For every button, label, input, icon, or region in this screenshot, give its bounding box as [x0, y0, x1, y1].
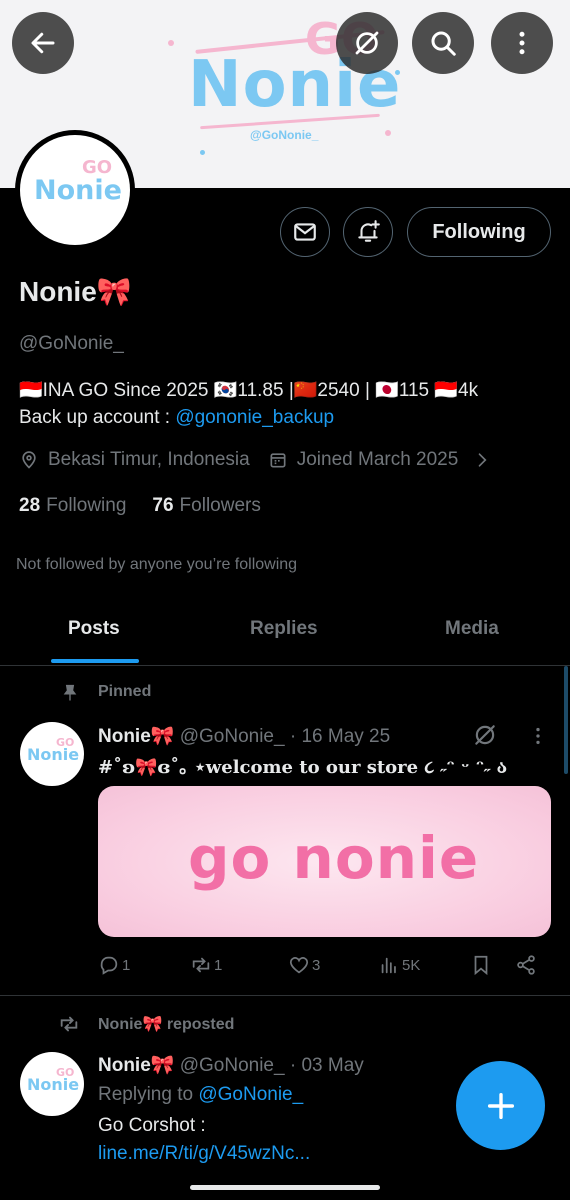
reply-button[interactable]: 1	[98, 954, 130, 976]
plus-icon	[487, 1092, 514, 1119]
share-icon	[517, 955, 535, 975]
post-media-image[interactable]: go nonie	[98, 786, 551, 937]
post-text: #˚ʚ🎀ɞ˚｡ ⋆welcome to our store ૮ ˶ᵔ ᵕ ᵔ˶ …	[98, 757, 508, 778]
profile-avatar[interactable]: GO Nonie	[15, 130, 135, 250]
grok-button[interactable]	[336, 12, 398, 74]
post-avatar[interactable]: GO Nonie	[20, 1052, 84, 1116]
post-author-handle: @GoNonie_	[179, 726, 285, 747]
notifications-button[interactable]	[343, 207, 393, 257]
tab-posts[interactable]: Posts	[68, 618, 120, 640]
share-button[interactable]	[515, 954, 539, 976]
post-header: Nonie🎀 @GoNonie_ · 03 May	[98, 1053, 364, 1077]
bookmark-button[interactable]	[470, 954, 494, 976]
location-pin-icon	[22, 451, 36, 469]
search-icon	[431, 31, 456, 56]
calendar-icon	[270, 453, 286, 468]
banner-decoration	[385, 130, 391, 136]
post-header: Nonie🎀 @GoNonie_ · 16 May 25	[98, 724, 390, 748]
following-stat[interactable]: 28 Following	[19, 495, 126, 517]
profile-handle: @GoNonie_	[19, 333, 124, 354]
avatar-brand-text: Nonie	[34, 175, 122, 206]
post-date[interactable]: · 03 May	[290, 1055, 364, 1076]
media-brand-text: go nonie	[188, 824, 480, 892]
avatar-brand-text: Nonie	[27, 745, 80, 764]
grok-icon[interactable]	[472, 722, 498, 748]
post-text: Go Corshot :	[98, 1115, 206, 1136]
post-author-name[interactable]: Nonie🎀	[98, 726, 174, 747]
post-author-name[interactable]: Nonie🎀	[98, 1055, 174, 1076]
backup-account-link[interactable]: @gononie_backup	[175, 407, 334, 428]
tab-media[interactable]: Media	[445, 618, 499, 640]
followers-stat[interactable]: 76 Followers	[152, 495, 260, 517]
chevron-right-icon[interactable]	[472, 450, 492, 470]
scrollbar[interactable]	[564, 666, 568, 774]
followers-label: Followers	[179, 495, 261, 516]
display-name: Nonie🎀	[19, 276, 132, 307]
heart-icon	[289, 957, 309, 974]
views-count: 5K	[402, 956, 421, 974]
follow-stats: 28 Following 76 Followers	[19, 495, 261, 517]
like-button[interactable]: 3	[288, 954, 320, 976]
more-vertical-icon	[519, 31, 525, 55]
following-count: 28	[19, 495, 41, 516]
views-button[interactable]: 5K	[378, 954, 420, 976]
following-label: Following	[46, 495, 127, 516]
tab-replies[interactable]: Replies	[250, 618, 318, 640]
replying-to: Replying to @GoNonie_	[98, 1084, 303, 1106]
home-indicator[interactable]	[190, 1185, 380, 1190]
replying-prefix: Replying to	[98, 1084, 199, 1105]
repost-icon	[192, 957, 210, 973]
grok-icon	[355, 31, 379, 55]
reply-icon	[100, 956, 118, 975]
search-button[interactable]	[412, 12, 474, 74]
pin-icon	[60, 683, 80, 703]
envelope-icon	[294, 223, 316, 241]
not-followed-note: Not followed by anyone you’re following	[16, 556, 298, 573]
more-button[interactable]	[491, 12, 553, 74]
repost-icon	[57, 1013, 81, 1035]
repost-count: 1	[214, 956, 223, 974]
back-button[interactable]	[12, 12, 74, 74]
profile-bio: 🇮🇩INA GO Since 2025 🇰🇷11.85 |🇨🇳2540 | 🇯🇵…	[19, 377, 559, 431]
bio-line: 🇮🇩INA GO Since 2025 🇰🇷11.85 |🇨🇳2540 | 🇯🇵…	[19, 380, 479, 401]
profile-meta: Bekasi Timur, Indonesia Joined March 202…	[19, 449, 492, 471]
arrow-left-icon	[31, 32, 55, 54]
banner-decoration	[168, 40, 174, 46]
pinned-label: Pinned	[98, 683, 152, 700]
replying-to-link[interactable]: @GoNonie_	[198, 1084, 303, 1105]
banner-handle: @GoNonie_	[250, 128, 319, 142]
post-avatar[interactable]: GO Nonie	[20, 722, 84, 786]
followers-count: 76	[152, 495, 174, 516]
post-link[interactable]: line.me/R/ti/g/V45wzNc...	[98, 1143, 310, 1165]
compose-post-button[interactable]	[456, 1061, 545, 1150]
avatar-brand-text: Nonie	[27, 1075, 80, 1094]
post-divider	[0, 995, 570, 996]
post-author-handle: @GoNonie_	[179, 1055, 285, 1076]
reposted-label[interactable]: Nonie🎀 reposted	[98, 1014, 234, 1034]
post-actions: 1 1 3 5K	[98, 954, 543, 980]
active-tab-indicator	[51, 659, 139, 663]
post-date[interactable]: · 16 May 25	[290, 726, 390, 747]
location-text: Bekasi Timur, Indonesia	[48, 449, 250, 470]
following-button[interactable]: Following	[407, 207, 551, 257]
bookmark-icon	[474, 955, 488, 976]
bell-plus-icon	[358, 220, 380, 242]
views-chart-icon	[381, 957, 396, 974]
profile-tabs: Posts Replies Media	[0, 600, 570, 666]
repost-button[interactable]: 1	[190, 954, 222, 976]
post-more-icon[interactable]	[527, 723, 549, 749]
message-button[interactable]	[280, 207, 330, 257]
joined-text: Joined March 2025	[296, 449, 459, 470]
bio-line: Back up account : @gononie_backup	[19, 404, 559, 431]
reply-count: 1	[122, 956, 131, 974]
like-count: 3	[312, 956, 321, 974]
bio-text: Back up account :	[19, 407, 176, 428]
banner-decoration	[200, 150, 205, 155]
